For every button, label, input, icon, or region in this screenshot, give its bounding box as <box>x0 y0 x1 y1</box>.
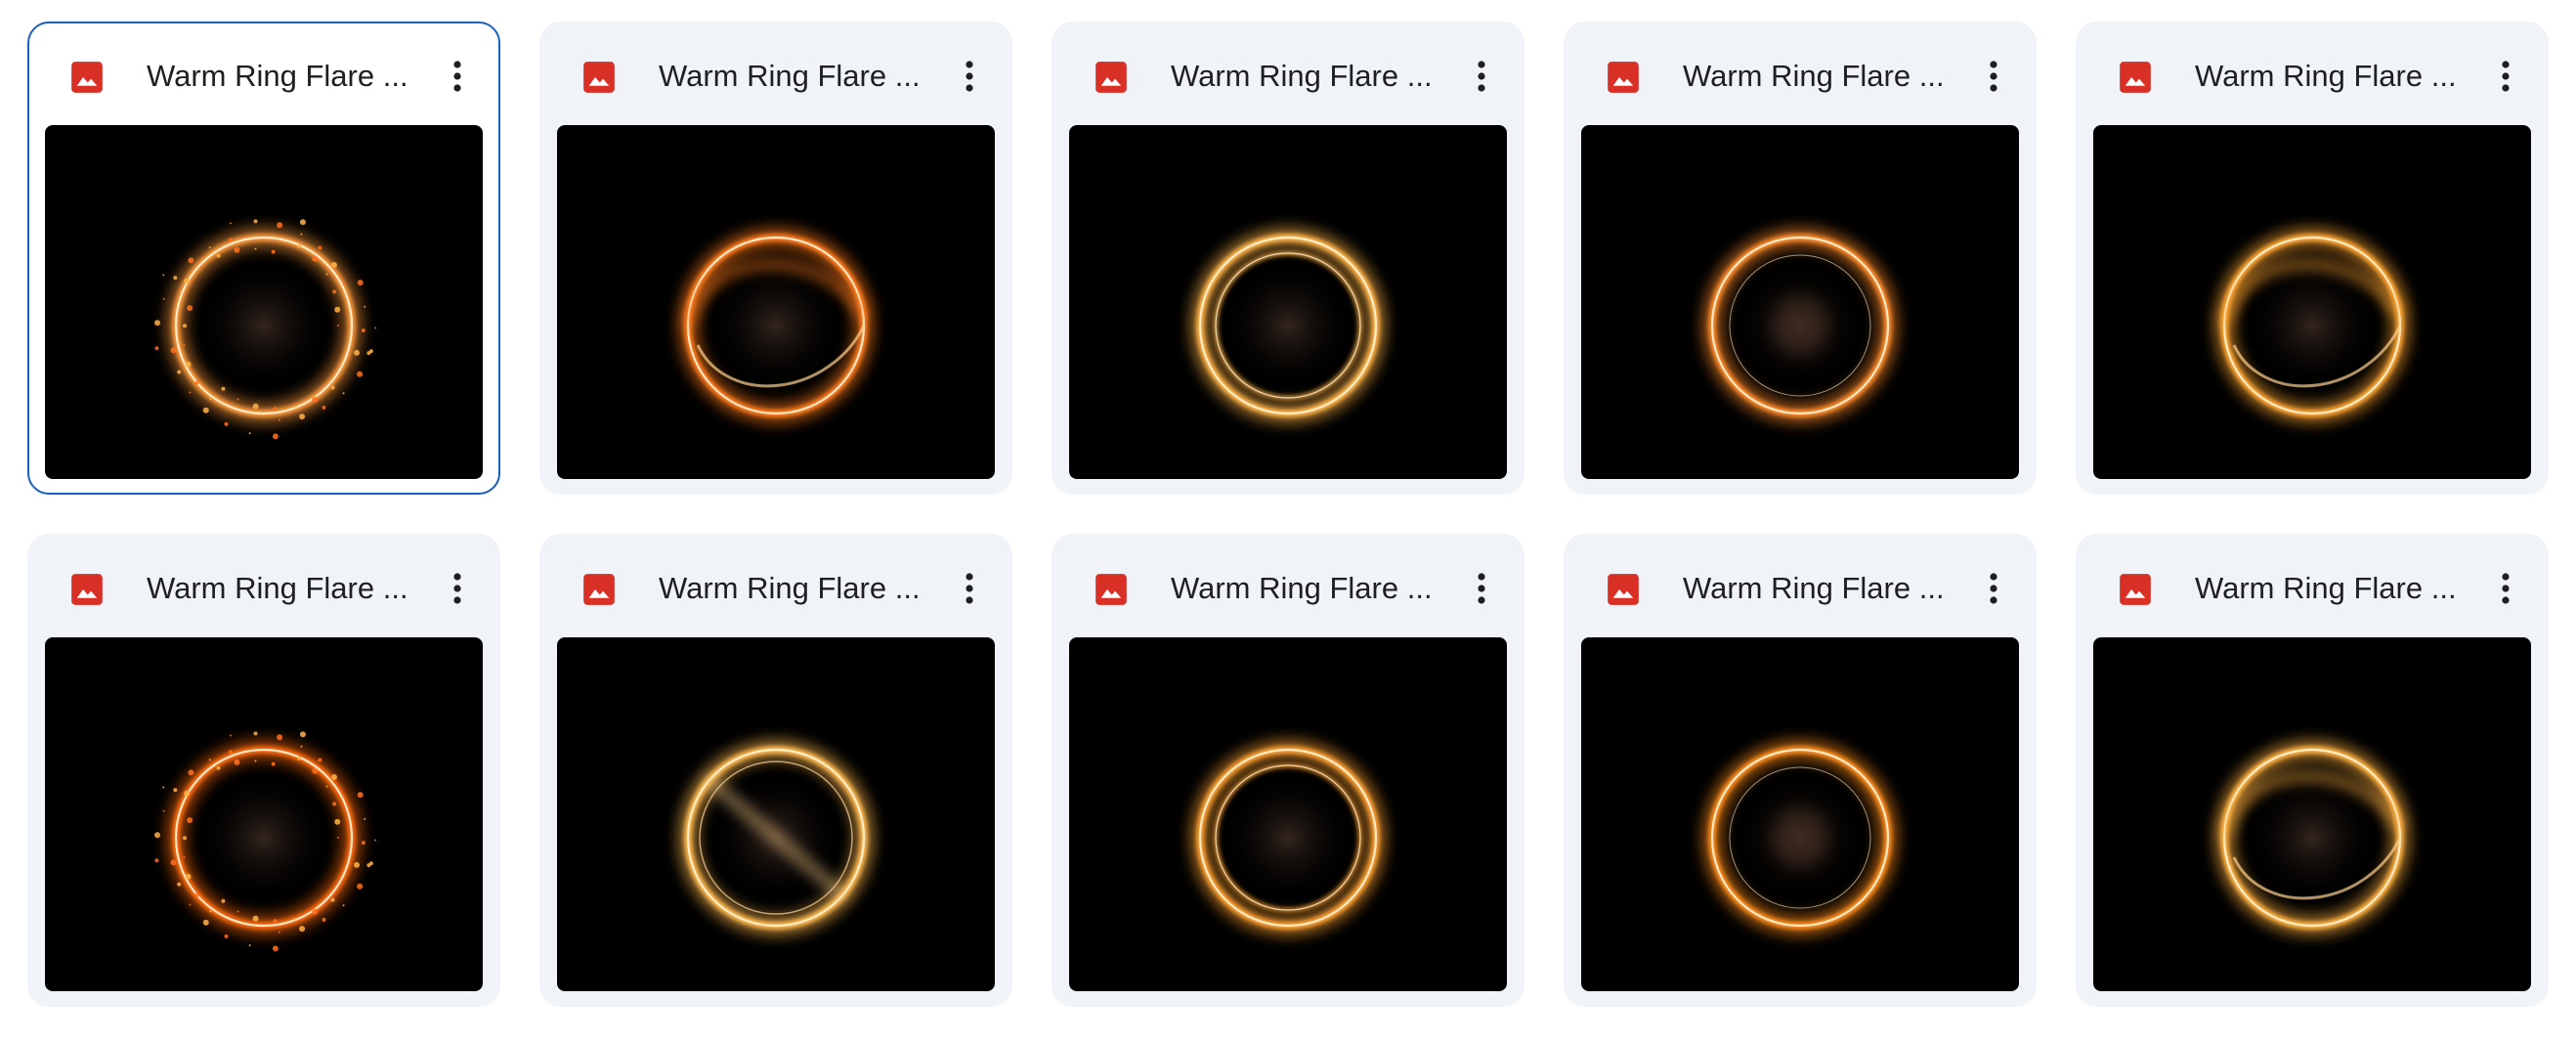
file-card-4[interactable]: Warm Ring Flare ... <box>1564 22 2037 495</box>
file-card-header: Warm Ring Flare ... <box>2076 534 2549 637</box>
image-icon <box>71 574 103 605</box>
image-icon <box>583 62 615 93</box>
file-name: Warm Ring Flare ... <box>1171 571 1433 605</box>
ring-flare-image <box>2213 227 2411 424</box>
file-card-5[interactable]: Warm Ring Flare ... <box>2076 22 2549 495</box>
file-card-10[interactable]: Warm Ring Flare ... <box>2076 534 2549 1007</box>
file-card-3[interactable]: Warm Ring Flare ... <box>1052 22 1524 495</box>
file-card-header: Warm Ring Flare ... <box>539 22 1012 125</box>
ring-flare-image <box>2213 739 2411 936</box>
ring-flare-image <box>1701 739 1899 936</box>
more-vert-icon <box>453 61 461 92</box>
file-card-6[interactable]: Warm Ring Flare ... <box>27 534 500 1007</box>
more-vert-icon <box>1990 573 1997 604</box>
file-card-header: Warm Ring Flare ... <box>1564 22 2037 125</box>
more-vert-icon <box>1478 61 1485 92</box>
more-options-button[interactable] <box>1968 51 2019 102</box>
file-card-header: Warm Ring Flare ... <box>2076 22 2549 125</box>
more-vert-icon <box>1478 573 1485 604</box>
file-thumbnail <box>45 125 483 479</box>
file-name: Warm Ring Flare ... <box>659 59 921 93</box>
file-card-7[interactable]: Warm Ring Flare ... <box>539 534 1012 1007</box>
more-vert-icon <box>2502 573 2510 604</box>
file-card-1[interactable]: Warm Ring Flare ... <box>27 22 500 495</box>
file-name: Warm Ring Flare ... <box>147 59 408 93</box>
more-options-button[interactable] <box>1456 51 1507 102</box>
more-options-button[interactable] <box>432 563 483 614</box>
ring-flare-image <box>677 227 875 424</box>
file-thumbnail <box>1069 637 1507 991</box>
file-thumbnail <box>1581 125 2019 479</box>
more-vert-icon <box>453 573 461 604</box>
more-options-button[interactable] <box>2480 51 2531 102</box>
file-grid: Warm Ring Flare ... Warm Ring Flare ... <box>27 22 2549 1007</box>
file-card-header: Warm Ring Flare ... <box>1052 534 1524 637</box>
ring-flare-image <box>1189 227 1387 424</box>
file-name: Warm Ring Flare ... <box>2195 571 2457 605</box>
image-icon <box>2120 574 2151 605</box>
file-thumbnail <box>2093 637 2531 991</box>
file-card-8[interactable]: Warm Ring Flare ... <box>1052 534 1524 1007</box>
more-options-button[interactable] <box>2480 563 2531 614</box>
file-card-2[interactable]: Warm Ring Flare ... <box>539 22 1012 495</box>
file-card-header: Warm Ring Flare ... <box>27 534 500 637</box>
file-name: Warm Ring Flare ... <box>2195 59 2457 93</box>
file-thumbnail <box>557 125 995 479</box>
file-name: Warm Ring Flare ... <box>147 571 408 605</box>
file-name: Warm Ring Flare ... <box>1683 59 1945 93</box>
ring-flare-image <box>677 739 875 936</box>
more-vert-icon <box>1990 61 1997 92</box>
more-vert-icon <box>966 573 973 604</box>
more-options-button[interactable] <box>944 563 995 614</box>
file-thumbnail <box>2093 125 2531 479</box>
image-icon <box>1608 574 1639 605</box>
more-vert-icon <box>2502 61 2510 92</box>
image-icon <box>1095 574 1127 605</box>
file-card-header: Warm Ring Flare ... <box>29 23 498 127</box>
image-icon <box>1608 62 1639 93</box>
file-thumbnail <box>1069 125 1507 479</box>
more-options-button[interactable] <box>944 51 995 102</box>
more-options-button[interactable] <box>432 51 483 102</box>
more-options-button[interactable] <box>1456 563 1507 614</box>
file-thumbnail <box>557 637 995 991</box>
more-options-button[interactable] <box>1968 563 2019 614</box>
ring-flare-image <box>1189 739 1387 936</box>
file-name: Warm Ring Flare ... <box>1683 571 1945 605</box>
file-card-header: Warm Ring Flare ... <box>1052 22 1524 125</box>
ring-flare-image <box>154 731 376 952</box>
image-icon <box>71 62 103 93</box>
image-icon <box>2120 62 2151 93</box>
image-icon <box>1095 62 1127 93</box>
file-card-9[interactable]: Warm Ring Flare ... <box>1564 534 2037 1007</box>
file-card-header: Warm Ring Flare ... <box>539 534 1012 637</box>
file-thumbnail <box>45 637 483 991</box>
ring-flare-image <box>1701 227 1899 424</box>
file-name: Warm Ring Flare ... <box>1171 59 1433 93</box>
file-card-header: Warm Ring Flare ... <box>1564 534 2037 637</box>
ring-flare-image <box>154 219 376 440</box>
more-vert-icon <box>966 61 973 92</box>
image-icon <box>583 574 615 605</box>
file-name: Warm Ring Flare ... <box>659 571 921 605</box>
file-thumbnail <box>1581 637 2019 991</box>
